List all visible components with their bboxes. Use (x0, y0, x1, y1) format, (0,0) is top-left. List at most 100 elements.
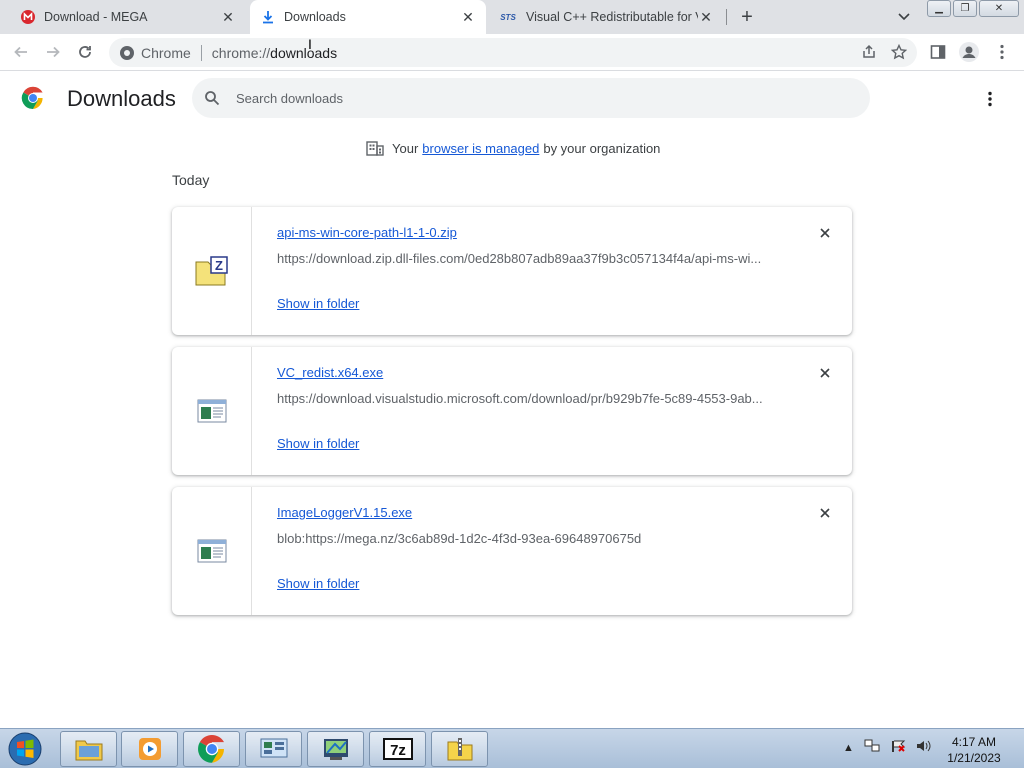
clock-time: 4:17 AM (951, 735, 997, 749)
profile-avatar[interactable] (959, 42, 979, 62)
tab-strip: Download - MEGA ✕ Downloads ✕ STS Visual… (0, 0, 1024, 34)
clock-date: 1/21/2023 (947, 751, 1001, 765)
tab-mega[interactable]: Download - MEGA ✕ (10, 0, 246, 34)
star-icon[interactable] (890, 43, 908, 63)
address-bar[interactable]: Chrome chrome://downloads (109, 38, 917, 67)
file-url[interactable]: blob:https://mega.nz/3c6ab89d-1d2c-4f3d-… (277, 531, 777, 546)
taskbar-control-panel[interactable] (245, 731, 302, 767)
chrome-icon (197, 734, 224, 763)
forward-arrow-icon (47, 46, 60, 58)
show-hidden-icons-icon[interactable]: ▲ (843, 742, 854, 754)
search-input[interactable] (236, 90, 836, 106)
network-icon[interactable] (864, 739, 880, 756)
close-icon[interactable]: ✕ (220, 9, 236, 25)
file-url[interactable]: https://download.visualstudio.microsoft.… (277, 391, 777, 406)
zip-folder-icon (447, 738, 472, 761)
show-in-folder-link[interactable]: Show in folder (277, 436, 359, 451)
remove-download-button[interactable] (817, 225, 833, 241)
chrome-menu-icon[interactable] (992, 42, 1012, 62)
date-section-label: Today (172, 172, 210, 188)
download-icon (260, 9, 276, 25)
managed-notice: Your browser is managed by your organiza… (366, 140, 660, 156)
browser-managed-link[interactable]: browser is managed (422, 141, 539, 156)
text-cursor-icon: I (308, 36, 312, 52)
chrome-logo-icon (21, 86, 45, 110)
site-chip[interactable]: Chrome (119, 45, 191, 61)
file-icon-column (172, 487, 252, 615)
url-text[interactable]: chrome://downloads (212, 45, 337, 61)
action-center-icon[interactable] (890, 739, 906, 756)
window-controls: ▁ ❐ ✕ (927, 0, 1021, 17)
installer-icon (323, 739, 348, 760)
new-tab-button[interactable]: + (736, 6, 758, 28)
search-icon (205, 91, 220, 106)
remove-download-button[interactable] (817, 505, 833, 521)
side-panel-icon[interactable] (928, 42, 948, 62)
taskbar-media-player[interactable] (121, 731, 178, 767)
managed-text: by your organization (543, 140, 661, 156)
control-panel-icon (260, 738, 287, 758)
windows-logo-icon (8, 732, 42, 766)
taskbar-clock[interactable]: 4:17 AM 1/21/2023 (940, 734, 1008, 766)
taskbar: 7z ▲ 4:17 AM 1/21/2023 (0, 728, 1024, 768)
volume-icon[interactable] (916, 739, 932, 756)
zip-file-icon: Z (195, 256, 228, 286)
remove-download-button[interactable] (817, 365, 833, 381)
reload-button[interactable] (72, 39, 98, 65)
show-in-folder-link[interactable]: Show in folder (277, 296, 359, 311)
minimize-button[interactable]: ▁ (927, 0, 951, 17)
tab-visual-cpp[interactable]: STS Visual C++ Redistributable for V ✕ (488, 0, 724, 34)
tab-search-button[interactable] (895, 8, 913, 26)
start-button[interactable] (4, 730, 46, 768)
download-item: ImageLoggerV1.15.exe blob:https://mega.n… (172, 487, 852, 615)
managed-text: Your (392, 140, 419, 156)
file-name-link[interactable]: api-ms-win-core-path-l1-1-0.zip (277, 225, 457, 240)
back-button[interactable] (8, 39, 34, 65)
browser-toolbar: Chrome chrome://downloads (0, 34, 1024, 71)
restore-button[interactable]: ❐ (953, 0, 977, 17)
exe-file-icon (197, 399, 226, 423)
more-actions-icon[interactable] (980, 88, 1000, 110)
close-icon (820, 228, 830, 238)
building-icon (366, 141, 384, 156)
download-item: Z api-ms-win-core-path-l1-1-0.zip https:… (172, 207, 852, 335)
tab-separator (726, 9, 727, 25)
folder-icon (75, 740, 102, 761)
page-title: Downloads (67, 86, 176, 111)
share-icon[interactable] (861, 44, 877, 63)
file-icon-column (172, 347, 252, 475)
tab-label: Visual C++ Redistributable for V (526, 10, 698, 24)
file-name-link[interactable]: ImageLoggerV1.15.exe (277, 505, 412, 520)
close-icon (820, 508, 830, 518)
close-window-button[interactable]: ✕ (979, 0, 1019, 17)
mega-icon (20, 9, 36, 25)
close-icon (820, 368, 830, 378)
file-name-link[interactable]: VC_redist.x64.exe (277, 365, 383, 380)
close-icon[interactable]: ✕ (698, 9, 714, 25)
media-player-icon (138, 738, 161, 760)
forward-button[interactable] (40, 39, 66, 65)
tab-label: Download - MEGA (44, 10, 148, 24)
site-label: Chrome (141, 44, 191, 61)
reload-icon (79, 46, 91, 58)
taskbar-7zip[interactable]: 7z (369, 731, 426, 767)
search-downloads-box[interactable] (192, 78, 870, 118)
chrome-icon (120, 45, 134, 60)
tab-label: Downloads (284, 10, 346, 24)
close-icon[interactable]: ✕ (460, 9, 476, 25)
tab-downloads[interactable]: Downloads ✕ (250, 0, 486, 34)
show-in-folder-link[interactable]: Show in folder (277, 576, 359, 591)
taskbar-explorer[interactable] (60, 731, 117, 767)
sts-icon: STS (500, 12, 516, 22)
taskbar-installer[interactable] (307, 731, 364, 767)
taskbar-chrome[interactable] (183, 731, 240, 767)
exe-file-icon (197, 539, 226, 563)
taskbar-archive-folder[interactable] (431, 731, 488, 767)
svg-text:7z: 7z (390, 742, 406, 759)
omnibox-actions (861, 43, 908, 63)
divider (200, 44, 202, 61)
7zip-icon: 7z (382, 738, 413, 760)
svg-text:Z: Z (215, 258, 223, 273)
file-url[interactable]: https://download.zip.dll-files.com/0ed28… (277, 251, 777, 266)
downloads-header: Downloads (0, 72, 1024, 128)
